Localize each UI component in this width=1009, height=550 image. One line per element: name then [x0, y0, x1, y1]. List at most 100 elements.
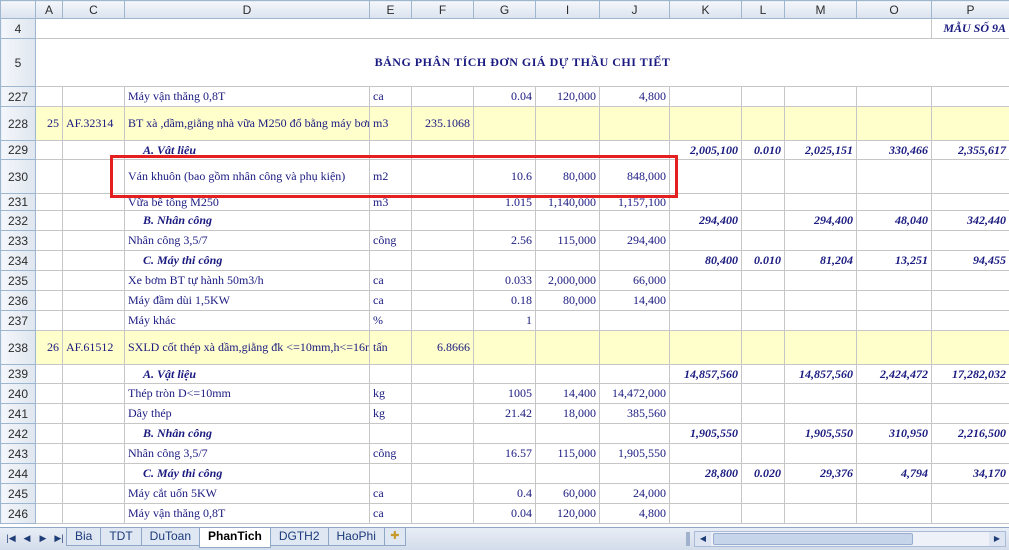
cell-m[interactable]: 2,025,151 [784, 140, 857, 160]
cell-e[interactable]: ca [369, 270, 412, 291]
cell-g[interactable]: 1005 [473, 383, 536, 404]
cell-p[interactable] [931, 310, 1009, 331]
cell-k[interactable] [669, 86, 742, 107]
cell-e[interactable] [369, 423, 412, 444]
cell-g[interactable] [473, 106, 536, 141]
cell-g[interactable]: 16.57 [473, 443, 536, 464]
cell-j[interactable] [599, 140, 670, 160]
column-header[interactable]: O [856, 0, 932, 19]
cell-c[interactable] [62, 210, 125, 231]
cell-a[interactable] [35, 383, 63, 404]
column-header[interactable]: C [62, 0, 125, 19]
cell-a[interactable]: 26 [35, 330, 63, 365]
cell-m[interactable] [784, 193, 857, 211]
cell-m[interactable]: 81,204 [784, 250, 857, 271]
cell-k[interactable] [669, 443, 742, 464]
cell-d[interactable]: SXLD cốt thép xà dầm,giằng đk <=10mm,h<=… [124, 330, 370, 365]
cell-i[interactable]: 80,000 [535, 290, 600, 311]
cell-j[interactable] [599, 423, 670, 444]
cell-m[interactable] [784, 503, 857, 524]
cell-o[interactable] [856, 290, 932, 311]
cell-g[interactable] [473, 210, 536, 231]
cell-j[interactable]: 24,000 [599, 483, 670, 504]
sheet-tab[interactable]: PhanTich [199, 528, 271, 548]
cell-k[interactable]: 28,800 [669, 463, 742, 484]
cell-g[interactable] [473, 140, 536, 160]
cell-l[interactable] [741, 106, 785, 141]
cell-j[interactable]: 66,000 [599, 270, 670, 291]
column-header[interactable]: D [124, 0, 370, 19]
cell-j[interactable] [599, 106, 670, 141]
cell-i[interactable] [535, 364, 600, 384]
cell-d[interactable]: Ván khuôn (bao gồm nhân công và phụ kiện… [124, 159, 370, 194]
cell-a[interactable] [35, 290, 63, 311]
cell-g[interactable] [473, 423, 536, 444]
cell-f[interactable] [411, 86, 474, 107]
row-header[interactable]: 243 [0, 443, 36, 464]
cell-j[interactable] [599, 364, 670, 384]
cell-g[interactable]: 0.033 [473, 270, 536, 291]
scroll-right-icon[interactable]: ▶ [989, 532, 1005, 546]
cell-m[interactable]: 14,857,560 [784, 364, 857, 384]
cell-c[interactable] [62, 310, 125, 331]
cell-l[interactable]: 0.010 [741, 250, 785, 271]
cell-g[interactable]: 0.04 [473, 503, 536, 524]
cell-g[interactable] [473, 463, 536, 484]
cell-i[interactable]: 115,000 [535, 443, 600, 464]
cell-a[interactable] [35, 86, 63, 107]
cell-a[interactable] [35, 193, 63, 211]
cell-k[interactable]: 1,905,550 [669, 423, 742, 444]
row-header[interactable]: 246 [0, 503, 36, 524]
cell-k[interactable]: 2,005,100 [669, 140, 742, 160]
cell-f[interactable] [411, 290, 474, 311]
cell-d[interactable]: Vữa bê tông M250 [124, 193, 370, 211]
cell-e[interactable]: kg [369, 403, 412, 424]
cell-d[interactable]: B. Nhân công [124, 423, 370, 444]
cell-l[interactable] [741, 443, 785, 464]
cell-a[interactable] [35, 364, 63, 384]
cell-d[interactable]: Xe bơm BT tự hành 50m3/h [124, 270, 370, 291]
cell-p[interactable] [931, 159, 1009, 194]
cell-a[interactable] [35, 423, 63, 444]
horizontal-scrollbar[interactable]: ◀ ▶ [694, 531, 1006, 547]
cell-p[interactable] [931, 230, 1009, 251]
cell-f[interactable] [411, 159, 474, 194]
cell-o[interactable]: 4,794 [856, 463, 932, 484]
prev-sheet-button[interactable]: ◀ [20, 531, 34, 546]
cell-e[interactable]: kg [369, 383, 412, 404]
cell-g[interactable] [473, 364, 536, 384]
cell-m[interactable] [784, 330, 857, 365]
cell-f[interactable] [411, 250, 474, 271]
cell-l[interactable] [741, 210, 785, 231]
cell-f[interactable]: 6.8666 [411, 330, 474, 365]
cell-k[interactable] [669, 483, 742, 504]
cell-m[interactable] [784, 270, 857, 291]
sheet-tab[interactable]: DGTH2 [269, 528, 329, 546]
cell-g[interactable]: 0.4 [473, 483, 536, 504]
cell-i[interactable]: 1,140,000 [535, 193, 600, 211]
cell-c[interactable] [62, 270, 125, 291]
sheet-title[interactable]: BẢNG PHÂN TÍCH ĐƠN GIÁ DỰ THẦU CHI TIẾT [35, 38, 1009, 87]
cell-o[interactable]: 330,466 [856, 140, 932, 160]
cell-c[interactable] [62, 159, 125, 194]
cell-i[interactable] [535, 463, 600, 484]
cell-j[interactable]: 385,560 [599, 403, 670, 424]
cell-k[interactable] [669, 403, 742, 424]
cell-g[interactable]: 1.015 [473, 193, 536, 211]
cell-m[interactable] [784, 106, 857, 141]
row-header[interactable]: 242 [0, 423, 36, 444]
row-header[interactable]: 235 [0, 270, 36, 291]
cell-c[interactable] [62, 86, 125, 107]
cell-p[interactable] [931, 483, 1009, 504]
row-header[interactable]: 240 [0, 383, 36, 404]
cell-d[interactable]: Dây thép [124, 403, 370, 424]
cell-i[interactable] [535, 250, 600, 271]
cell-g[interactable]: 0.18 [473, 290, 536, 311]
cell-f[interactable] [411, 383, 474, 404]
cell-o[interactable] [856, 403, 932, 424]
scroll-left-icon[interactable]: ◀ [695, 532, 711, 546]
cell-p[interactable] [931, 106, 1009, 141]
cell-e[interactable]: tấn [369, 330, 412, 365]
sheet-tab[interactable]: TDT [100, 528, 142, 546]
row-header[interactable]: 230 [0, 159, 36, 194]
